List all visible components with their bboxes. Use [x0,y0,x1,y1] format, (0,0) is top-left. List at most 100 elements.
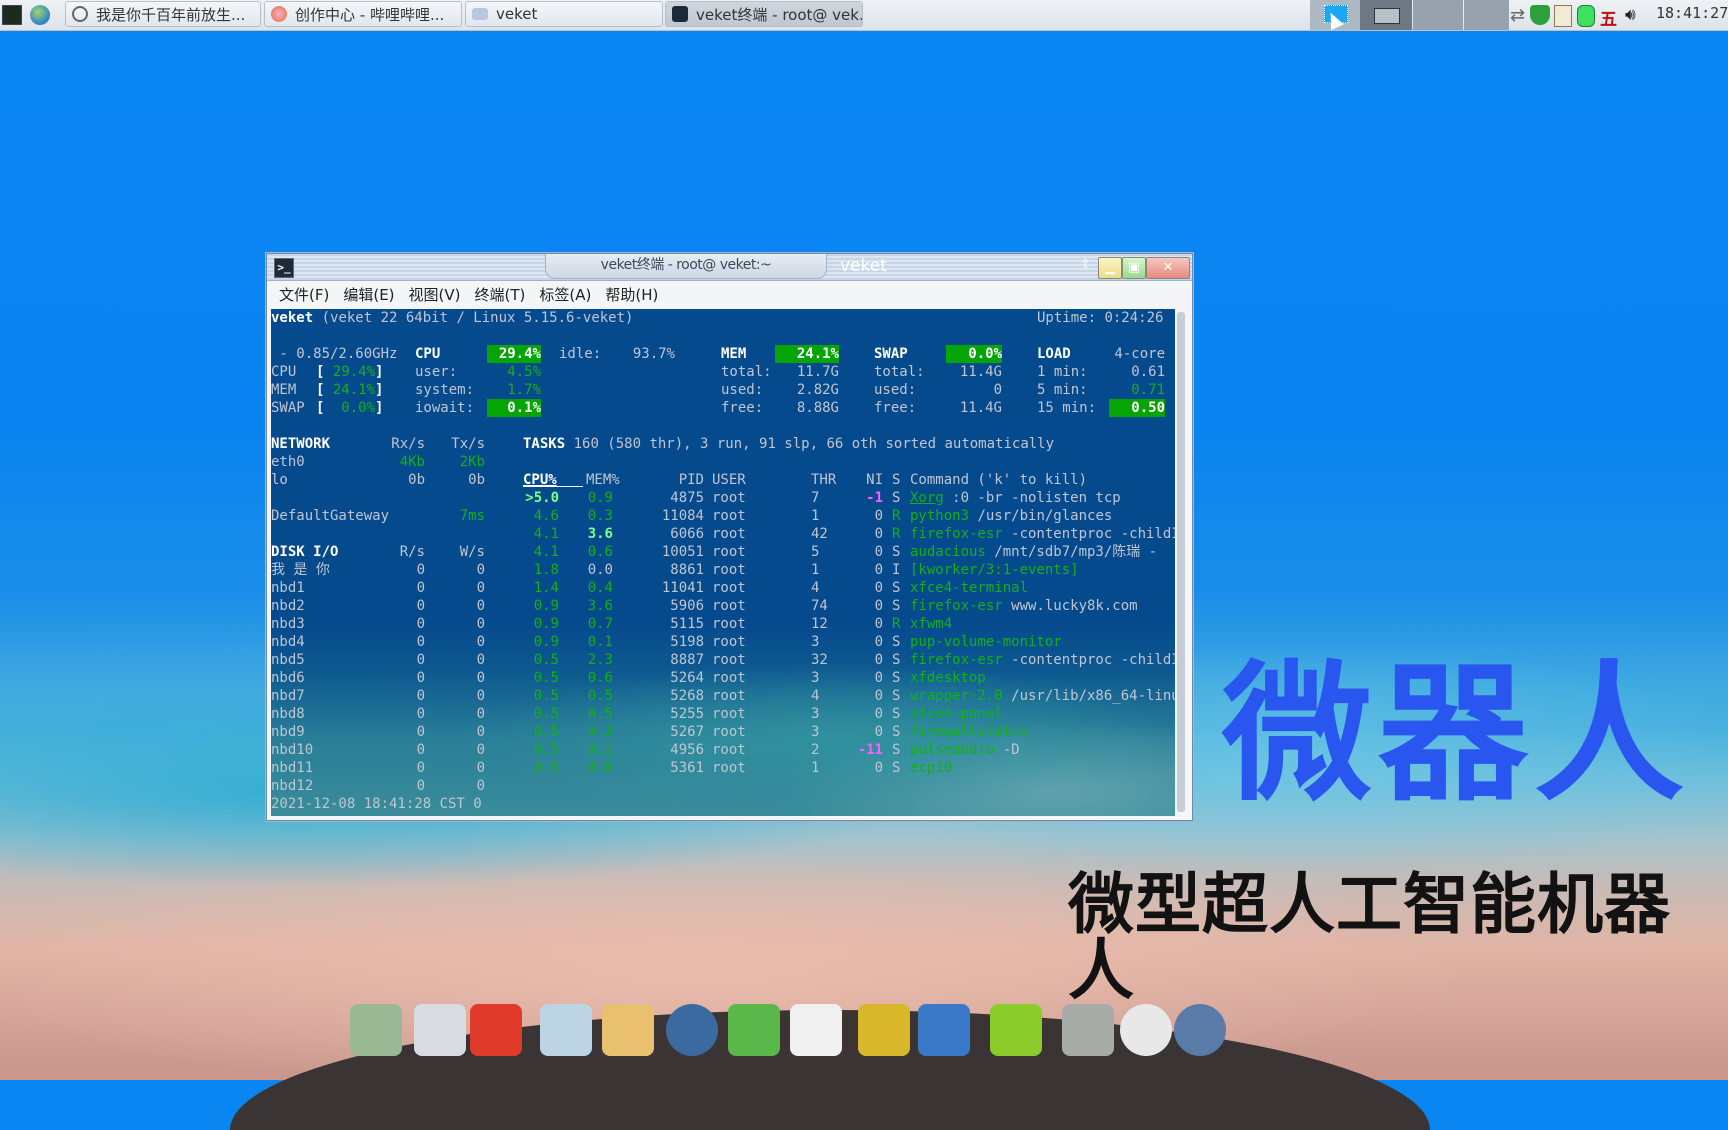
pet-icon[interactable] [470,1004,522,1056]
network-rx: 4Kb [399,454,425,470]
task-button-terminal[interactable]: veket终端 - root@ vek… [665,1,863,27]
process-pid: 11041 [661,580,704,596]
network-iface: lo [271,472,288,488]
firewall-shield-icon[interactable] [1530,5,1550,25]
process-status: S [892,652,901,668]
menu-view[interactable]: 视图(V) [409,284,461,305]
app-icon [72,6,88,22]
penguin-icon[interactable] [790,1004,842,1056]
process-name: xfce4-terminal [910,580,1029,596]
process-threads: 3 [811,670,820,686]
column-header-user[interactable]: USER [712,471,746,489]
disk-read: 0 [416,562,425,578]
cpu-user: 4.5% [507,364,541,380]
volume-icon[interactable]: 🔊︎ [1625,5,1645,25]
workspace-3[interactable] [1413,0,1463,30]
disk-r-header: R/s [399,544,425,560]
close-button[interactable]: ✕ [1146,257,1190,279]
uptime-value: 0:24:26 [1104,310,1164,326]
clock[interactable]: 18:41:27 [1656,4,1728,22]
notebook-icon[interactable] [858,1004,910,1056]
disk-read: 0 [416,670,425,686]
process-cpu: 0.9 [533,616,559,632]
browser-launcher[interactable] [30,3,50,27]
disk-write: 0 [476,706,485,722]
quicklook-cpu-bar: [ 29.4%] [316,364,384,380]
column-header-mem[interactable]: MEM% [586,471,620,489]
help-icon[interactable] [990,1004,1042,1056]
task-button-firefox[interactable]: 创作中心 - 哔哩哔哩... [264,1,462,27]
system-info: (veket 22 64bit / Linux 5.15.6-veket) [321,310,634,326]
terminal-launcher[interactable] [2,3,22,27]
process-status: R [892,616,901,632]
process-pid: 4875 [670,490,704,506]
disk-read: 0 [416,634,425,650]
globe-icon[interactable] [1174,1004,1226,1056]
network-user-icon[interactable] [728,1004,780,1056]
network-transfer-icon[interactable]: ⇄ [1510,5,1530,26]
maximize-button[interactable]: ▣ [1122,257,1146,279]
input-method-indicator[interactable]: 五 [1600,5,1620,30]
process-command: xfwm4 [910,615,952,633]
media-player-icon[interactable] [666,1004,718,1056]
load-15min-label: 15 min: [1037,400,1097,416]
menu-bar: 文件(F) 编辑(E) 视图(V) 终端(T) 标签(A) 帮助(H) [267,281,1192,308]
menu-file[interactable]: 文件(F) [279,284,329,305]
task-button-app[interactable]: 我是你千百年前放生... [65,1,261,27]
disk-read: 0 [416,706,425,722]
tasks-summary-text: 160 (580 thr), 3 run, 91 slp, 66 oth sor… [573,436,1055,452]
window-tab-title[interactable]: veket终端 - root@ veket:~ [545,254,827,279]
load-5min-label: 5 min: [1037,382,1088,398]
quicklook-mem-bar: [ 24.1%] [316,382,384,398]
process-nice: -11 [857,742,883,758]
process-mem: 0.1 [587,742,613,758]
process-nice: 0 [874,544,883,560]
brightness-icon[interactable] [1120,1004,1172,1056]
terminal-output[interactable]: veket (veket 22 64bit / Linux 5.15.6-vek… [271,309,1175,816]
disk-name: nbd4 [271,634,305,650]
window-titlebar[interactable]: >_ veket终端 - root@ veket:~ veket ⇧ ▁ ▣ ✕ [267,254,1192,281]
text-editor-icon[interactable] [540,1004,592,1056]
process-threads: 2 [811,742,820,758]
disk-write: 0 [476,724,485,740]
column-header-thr[interactable]: THR [811,471,836,489]
menu-help[interactable]: 帮助(H) [605,284,658,305]
workspace-4[interactable] [1464,0,1509,30]
process-status: R [892,508,901,524]
column-header-ni[interactable]: NI [847,471,883,489]
paint-icon[interactable] [602,1004,654,1056]
cpu-idle-label: idle: [559,346,602,362]
column-header-command[interactable]: Command ('k' to kill) [910,471,1087,489]
cpu-iowait: 0.1% [487,399,541,417]
process-nice: 0 [874,598,883,614]
process-mem: 3.6 [587,598,613,614]
process-name: [kworker/3:1-events] [910,562,1079,578]
disk-write: 0 [476,598,485,614]
column-header-pid[interactable]: PID [641,471,704,489]
menu-terminal[interactable]: 终端(T) [475,284,526,305]
menu-tabs[interactable]: 标签(A) [539,284,591,305]
process-threads: 3 [811,706,820,722]
process-status: S [892,742,901,758]
disk-read: 0 [416,688,425,704]
menu-edit[interactable]: 编辑(E) [343,284,394,305]
clipboard-icon[interactable] [1554,5,1572,27]
scrollbar[interactable] [1177,312,1185,812]
process-nice: 0 [874,688,883,704]
cpu-idle: 93.7% [632,346,675,362]
file-manager-icon[interactable] [350,1004,402,1056]
task-button-folder[interactable]: veket [465,1,663,27]
network-tx: 0b [468,472,485,488]
storage-drive-icon[interactable] [1577,5,1595,27]
mem-total-label: total: [721,364,772,380]
monitor-icon[interactable] [414,1004,466,1056]
process-threads: 3 [811,724,820,740]
workspace-2[interactable] [1360,0,1412,30]
terminal-icon[interactable]: >_ [274,258,294,278]
shade-arrow-icon[interactable]: ⇧ [1080,257,1091,272]
drive-icon[interactable] [1062,1004,1114,1056]
process-cpu: 1.4 [533,580,559,596]
column-header-s[interactable]: S [892,471,900,489]
minimize-button[interactable]: ▁ [1098,257,1122,279]
chart-icon[interactable] [918,1004,970,1056]
